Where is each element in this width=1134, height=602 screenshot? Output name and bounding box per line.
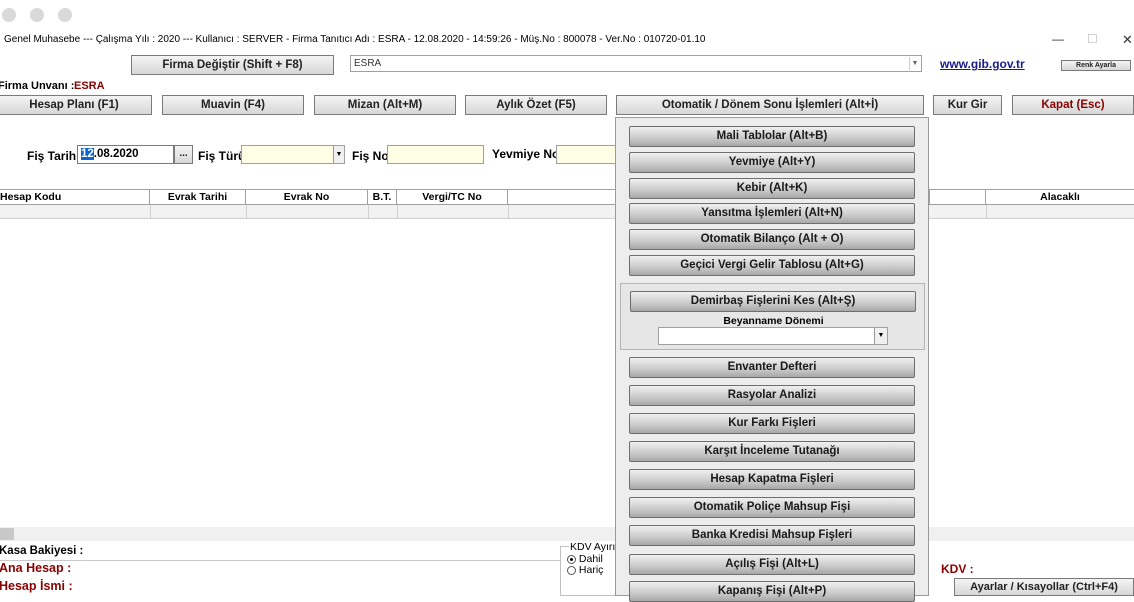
chevron-down-icon[interactable]: ▼ (333, 146, 344, 163)
title-bar (0, 0, 1134, 30)
kapanis-fisi-button[interactable]: Kapanış Fişi (Alt+P) (629, 581, 915, 602)
aylik-ozet-button[interactable]: Aylık Özet (F5) (465, 95, 607, 115)
otomatik-bilanco-button[interactable]: Otomatik Bilanço (Alt + O) (629, 229, 915, 250)
table-header: Hesap Kodu Evrak Tarihi Evrak No B.T. Ve… (0, 189, 1134, 205)
fis-tarihi-selected-text: 12 (81, 148, 94, 160)
date-picker-button[interactable]: ... (174, 145, 193, 164)
row-divider (150, 205, 151, 218)
row-divider (508, 205, 509, 218)
demirbas-fisleri-button[interactable]: Demirbaş Fişlerini Kes (Alt+Ş) (630, 291, 916, 312)
fis-tarihi-input[interactable]: 12.08.2020 (77, 145, 174, 164)
company-select-value: ESRA (354, 58, 382, 69)
beyanname-donemi-select[interactable]: ▼ (658, 327, 888, 345)
col-bt[interactable]: B.T. (368, 190, 397, 205)
yevmiye-button[interactable]: Yevmiye (Alt+Y) (629, 152, 915, 173)
muavin-button[interactable]: Muavin (F4) (162, 95, 304, 115)
firma-degistir-button[interactable]: Firma Değiştir (Shift + F8) (131, 55, 334, 75)
kebir-button[interactable]: Kebir (Alt+K) (629, 178, 915, 199)
haric-label: Hariç (578, 564, 604, 576)
table-row[interactable] (0, 205, 1134, 219)
fis-no-label: Fiş No (352, 149, 389, 163)
horizontal-scrollbar[interactable] (0, 527, 615, 541)
kur-farki-fisleri-button[interactable]: Kur Farkı Fişleri (629, 413, 915, 434)
mali-tablolar-button[interactable]: Mali Tablolar (Alt+B) (629, 126, 915, 147)
hesap-ismi-label: Hesap İsmi : (0, 579, 73, 593)
bottom-divider (0, 560, 560, 561)
fis-tarihi-rest-text: .08.2020 (93, 148, 139, 160)
mizan-button[interactable]: Mizan (Alt+M) (314, 95, 456, 115)
radio-checked-icon (567, 554, 576, 564)
col-spacer-2 (930, 190, 986, 205)
beyanname-donemi-label: Beyanname Dönemi (723, 315, 824, 327)
chevron-down-icon[interactable]: ▼ (874, 328, 887, 344)
window-close-dot[interactable] (2, 8, 16, 22)
kasa-bakiyesi-label: Kasa Bakiyesi : (0, 545, 84, 557)
gib-link[interactable]: www.gib.gov.tr (940, 57, 1025, 71)
col-evrak-no[interactable]: Evrak No (246, 190, 368, 205)
ayarlar-kisayollar-button[interactable]: Ayarlar / Kısayollar (Ctrl+F4) (954, 578, 1134, 596)
row-divider (368, 205, 369, 218)
kdv-groupbox: KDV Ayırı Dahil Hariç (560, 541, 617, 596)
fis-turu-select[interactable]: ▼ (241, 145, 345, 164)
row-divider (246, 205, 247, 218)
fis-no-input[interactable] (387, 145, 484, 164)
firma-unvani-value: ESRA (74, 80, 105, 92)
info-line: Genel Muhasebe --- Çalışma Yılı : 2020 -… (4, 34, 706, 45)
chevron-down-icon[interactable]: ▼ (909, 57, 920, 70)
otomatik-donem-sonu-button[interactable]: Otomatik / Dönem Sonu İşlemleri (Alt+İ) (616, 95, 924, 115)
kdv-groupbox-title: KDV Ayırı (569, 541, 617, 553)
row-divider (986, 205, 987, 218)
kapat-button[interactable]: Kapat (Esc) (1012, 95, 1134, 115)
window-zoom-dot[interactable] (58, 8, 72, 22)
firma-unvani-label: Firma Unvanı : (0, 80, 75, 92)
fis-turu-label: Fiş Türü (198, 149, 246, 163)
banka-kredisi-button[interactable]: Banka Kredisi Mahsup Fişleri (629, 525, 915, 546)
col-alacakli[interactable]: Alacaklı (986, 190, 1134, 205)
horizontal-scrollbar-right[interactable] (929, 527, 1134, 541)
row-divider (397, 205, 398, 218)
hesap-plani-button[interactable]: Hesap Planı (F1) (0, 95, 152, 115)
envanter-defteri-button[interactable]: Envanter Defteri (629, 357, 915, 378)
otomatik-islemler-panel: Mali Tablolar (Alt+B) Yevmiye (Alt+Y) Ke… (615, 117, 929, 602)
acilis-fisi-button[interactable]: Açılış Fişi (Alt+L) (629, 554, 915, 575)
yevmiye-no-input[interactable] (556, 145, 616, 164)
col-evrak-tarihi[interactable]: Evrak Tarihi (150, 190, 246, 205)
karsit-inceleme-button[interactable]: Karşıt İnceleme Tutanağı (629, 441, 915, 462)
maximize-button[interactable]: ☐ (1087, 32, 1098, 46)
company-select[interactable]: ESRA ▼ (350, 55, 922, 72)
window-minimize-dot[interactable] (30, 8, 44, 22)
fis-tarihi-label: Fiş Tarihi (27, 149, 80, 163)
radio-unchecked-icon (567, 565, 576, 575)
scrollbar-thumb[interactable] (0, 528, 14, 540)
col-hesap-kodu[interactable]: Hesap Kodu (0, 190, 150, 205)
kur-gir-button[interactable]: Kur Gir (933, 95, 1002, 115)
hesap-kapatma-button[interactable]: Hesap Kapatma Fişleri (629, 469, 915, 490)
kdv-label: KDV : (941, 562, 974, 576)
close-button[interactable]: ✕ (1122, 32, 1133, 48)
rasyolar-analizi-button[interactable]: Rasyolar Analizi (629, 385, 915, 406)
minimize-button[interactable]: — (1052, 32, 1064, 46)
yansitma-islemleri-button[interactable]: Yansıtma İşlemleri (Alt+N) (629, 203, 915, 224)
gecici-vergi-button[interactable]: Geçici Vergi Gelir Tablosu (Alt+G) (629, 255, 915, 276)
col-vergi-tc-no[interactable]: Vergi/TC No (397, 190, 508, 205)
haric-radio[interactable]: Hariç (567, 564, 603, 576)
otomatik-police-button[interactable]: Otomatik Poliçe Mahsup Fişi (629, 497, 915, 518)
info-bar: Genel Muhasebe --- Çalışma Yılı : 2020 -… (0, 30, 1134, 50)
yevmiye-no-label: Yevmiye No (492, 147, 560, 161)
demirbas-group: Demirbaş Fişlerini Kes (Alt+Ş) Beyanname… (620, 283, 925, 350)
ana-hesap-label: Ana Hesap : (0, 561, 72, 575)
renk-ayarla-button[interactable]: Renk Ayarla (1061, 60, 1131, 71)
